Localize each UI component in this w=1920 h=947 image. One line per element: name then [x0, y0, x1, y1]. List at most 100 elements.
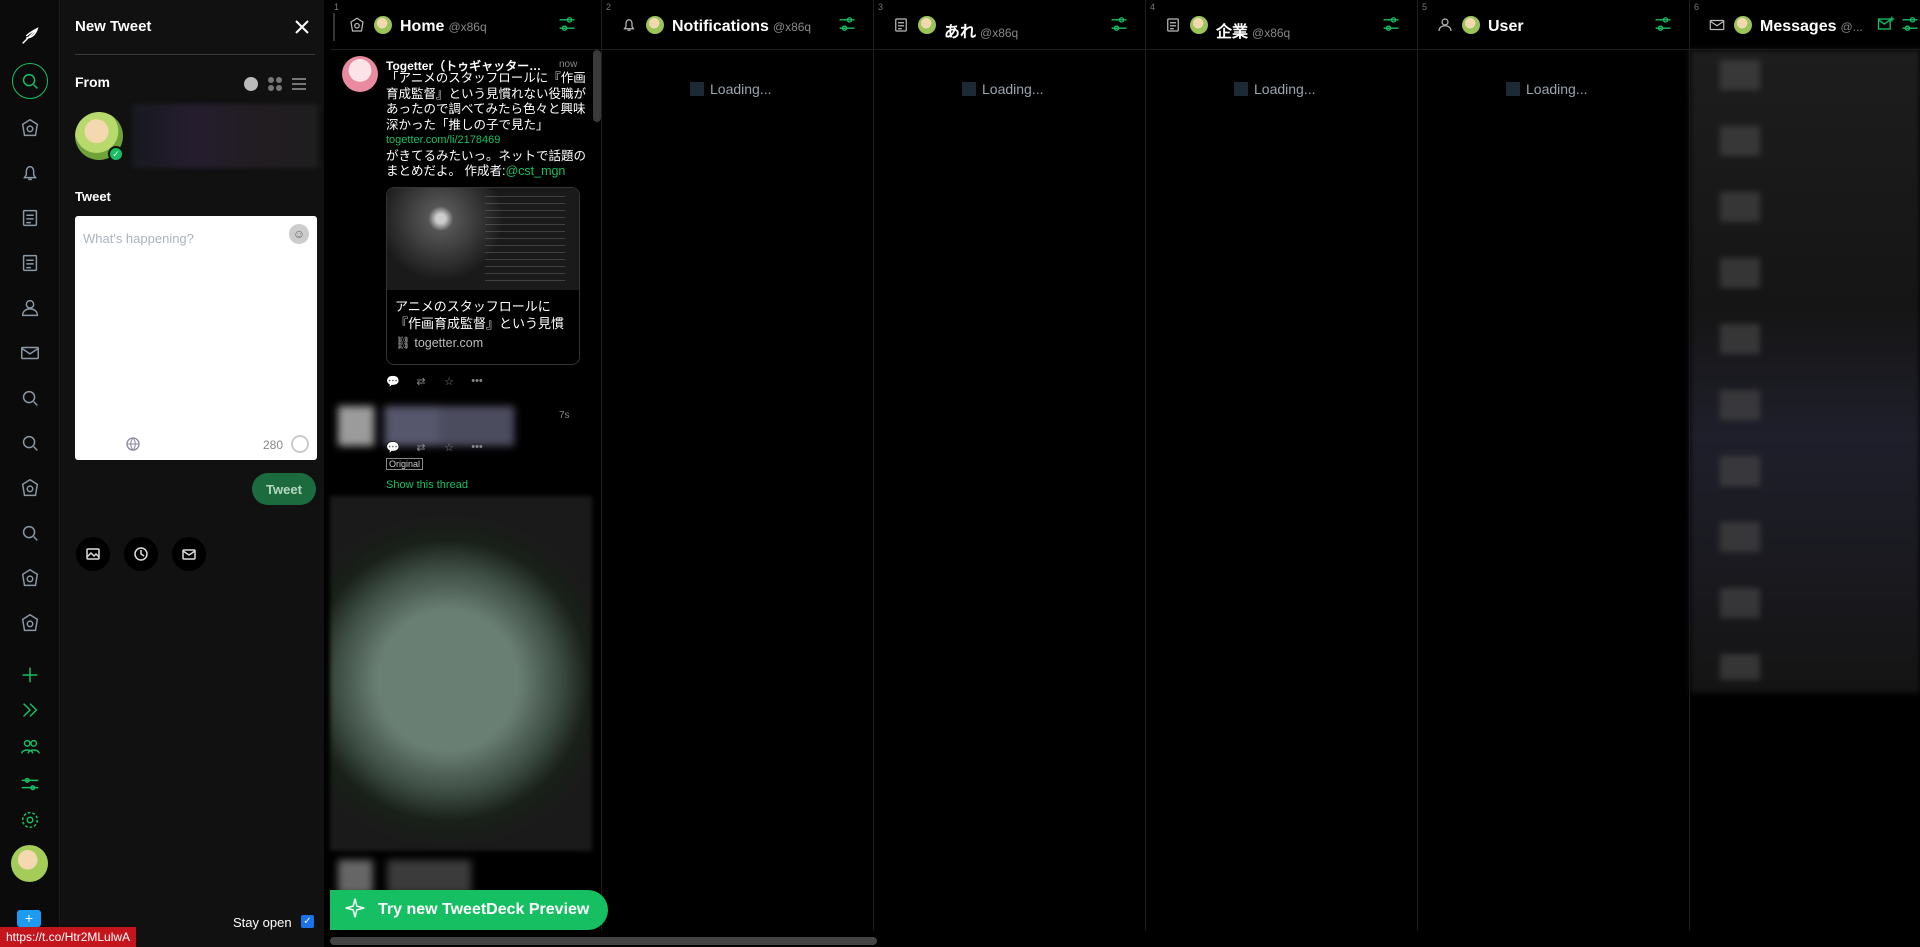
retweet-icon[interactable]: ⇄ [414, 441, 428, 454]
loading-text: Loading... [1254, 81, 1316, 97]
nav-search-icon[interactable] [12, 425, 48, 461]
nav-search-icon[interactable] [12, 63, 48, 99]
column-scrollbar[interactable] [593, 50, 601, 122]
loading-text: Loading... [1526, 81, 1588, 97]
tweet-time[interactable]: 7s [559, 410, 570, 421]
column-options-icon[interactable] [837, 14, 857, 34]
nav-home-icon[interactable] [12, 470, 48, 506]
tweetdeck-logo-icon[interactable] [12, 18, 48, 54]
add-column-icon[interactable] [12, 657, 48, 693]
drag-handle[interactable] [333, 13, 335, 41]
nav-home-icon[interactable] [12, 605, 48, 641]
add-icon[interactable]: + [17, 910, 41, 927]
single-view-icon[interactable] [243, 76, 259, 92]
column-header[interactable]: 6 Messages @... [1690, 0, 1920, 50]
tweetdeck-app: + New Tweet From ✓ Tweet ☺ 280 Tweet [0, 0, 1920, 947]
loading-indicator: Loading... [690, 81, 772, 97]
other-accounts[interactable] [132, 104, 318, 168]
user-icon [1436, 16, 1454, 34]
settings-gear-icon[interactable] [12, 802, 48, 838]
filter-icon[interactable] [12, 766, 48, 802]
loading-indicator: Loading... [962, 81, 1044, 97]
nav-user-icon[interactable] [12, 290, 48, 326]
nav-home-icon[interactable] [12, 110, 48, 146]
column-options-icon[interactable] [1381, 14, 1401, 34]
nav-home-icon[interactable] [12, 560, 48, 596]
list-view-icon[interactable] [291, 76, 307, 92]
more-icon[interactable]: ••• [470, 375, 484, 388]
tweet-avatar[interactable] [342, 56, 378, 92]
expand-icon[interactable] [12, 692, 48, 728]
horizontal-scrollbar[interactable] [330, 937, 877, 945]
column-header[interactable]: 5 User [1418, 0, 1689, 50]
char-progress-ring [291, 435, 309, 453]
tweet-label: Tweet [75, 189, 111, 204]
accounts-icon[interactable] [12, 729, 48, 765]
stay-open-label: Stay open [233, 915, 292, 930]
avatar [1462, 16, 1480, 34]
like-star-icon[interactable]: ☆ [442, 441, 456, 454]
column-header[interactable]: 4 企業 @x86q [1146, 0, 1417, 50]
column-header[interactable]: 2 Notifications @x86q [602, 0, 873, 50]
column-title: Home @x86q [400, 18, 487, 36]
column-title-text: Messages [1760, 18, 1837, 35]
loading-indicator: Loading... [1506, 81, 1588, 97]
show-thread-link[interactable]: Show this thread [386, 479, 468, 491]
column-options-icon[interactable] [1900, 14, 1920, 34]
avatar [918, 16, 936, 34]
tweet-mention[interactable]: @cst_mgn [505, 164, 565, 178]
like-star-icon[interactable]: ☆ [442, 375, 456, 388]
column-title: User [1488, 18, 1524, 36]
blurred-media[interactable] [330, 496, 592, 851]
loading-text: Loading... [982, 81, 1044, 97]
column-header[interactable]: 3 あれ @x86q [874, 0, 1145, 50]
tweet-link[interactable]: togetter.com/li/2178469 [386, 133, 586, 149]
blurred-tweet[interactable] [338, 406, 588, 446]
nav-bell-icon[interactable] [12, 155, 48, 191]
reply-icon[interactable]: 💬 [386, 441, 400, 454]
sparkle-icon [344, 897, 366, 924]
tweet-input[interactable] [83, 226, 283, 250]
card-domain-text: togetter.com [414, 336, 484, 350]
column-notifications: 2 Notifications @x86q Loading... [602, 0, 874, 930]
loading-spinner [1234, 82, 1248, 96]
nav-mail-icon[interactable] [12, 335, 48, 371]
from-label: From [75, 74, 110, 90]
grid-view-icon[interactable] [267, 76, 283, 92]
loading-indicator: Loading... [1234, 81, 1316, 97]
column-header[interactable]: 1 Home @x86q [330, 0, 601, 50]
blurred-messages[interactable] [1690, 50, 1920, 693]
blurred-tweet[interactable] [338, 860, 578, 894]
globe-icon[interactable] [125, 436, 141, 452]
new-message-icon[interactable] [1876, 14, 1896, 34]
stay-open-checkbox[interactable]: ✓ [301, 915, 314, 928]
tweet-button[interactable]: Tweet [252, 473, 316, 505]
card-image [387, 188, 579, 290]
nav-search-icon[interactable] [12, 515, 48, 551]
more-icon[interactable]: ••• [470, 441, 484, 454]
schedule-clock-icon[interactable] [124, 537, 158, 571]
avatar [1190, 16, 1208, 34]
direct-message-icon[interactable] [172, 537, 206, 571]
mail-icon [1708, 16, 1726, 34]
bell-icon [620, 16, 638, 34]
add-image-icon[interactable] [76, 537, 110, 571]
home-icon [348, 16, 366, 34]
status-url: https://t.co/Htr2MLulwA [0, 927, 137, 947]
column-options-icon[interactable] [1653, 14, 1673, 34]
compose-drawer: New Tweet From ✓ Tweet ☺ 280 Tweet [60, 0, 324, 947]
retweet-icon[interactable]: ⇄ [414, 375, 428, 388]
column-options-icon[interactable] [1109, 14, 1129, 34]
nav-list-icon[interactable] [12, 245, 48, 281]
emoji-icon[interactable]: ☺ [289, 224, 309, 244]
nav-search-icon[interactable] [12, 380, 48, 416]
nav-list-icon[interactable] [12, 200, 48, 236]
close-icon[interactable] [293, 18, 311, 36]
column-list-kigyo: 4 企業 @x86q Loading... [1146, 0, 1418, 930]
link-card[interactable]: アニメのスタッフロールに『作画育成監督』という見慣れない役... ⛓ toget… [386, 187, 580, 365]
try-preview-banner[interactable]: Try new TweetDeck Preview [330, 890, 608, 930]
column-options-icon[interactable] [557, 14, 577, 34]
reply-icon[interactable]: 💬 [386, 375, 400, 388]
account-avatar[interactable] [11, 845, 48, 882]
tweet-time[interactable]: now [559, 59, 577, 70]
